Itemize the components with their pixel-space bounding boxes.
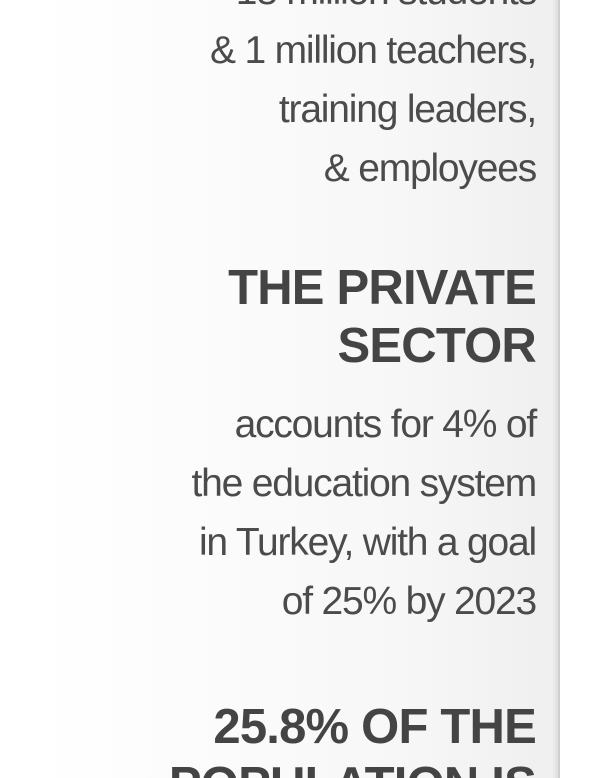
body-line: the education system — [191, 462, 537, 505]
intro-line: & 1 million teachers, — [210, 29, 537, 72]
body-line: in Turkey, with a goal — [198, 521, 537, 564]
intro-text: 18 million students & 1 million teachers… — [210, 0, 537, 198]
body-line: accounts for 4% of — [234, 403, 538, 446]
intro-line: training leaders, — [278, 88, 537, 131]
population-heading: 25.8% OF THE POPULATION IS — [169, 698, 537, 778]
private-sector-heading: THE PRIVATE SECTOR — [228, 259, 537, 375]
heading-line: SECTOR — [337, 319, 537, 373]
infographic-panel: 18 million students & 1 million teachers… — [40, 0, 560, 778]
body-line: of 25% by 2023 — [281, 580, 537, 623]
heading-line: 25.8% OF THE — [213, 700, 536, 754]
heading-line: THE PRIVATE — [228, 261, 537, 315]
intro-line: & employees — [323, 147, 537, 190]
private-sector-body: accounts for 4% of the education system … — [191, 395, 538, 631]
intro-line: 18 million students — [210, 0, 537, 21]
heading-line: POPULATION IS — [169, 756, 537, 778]
